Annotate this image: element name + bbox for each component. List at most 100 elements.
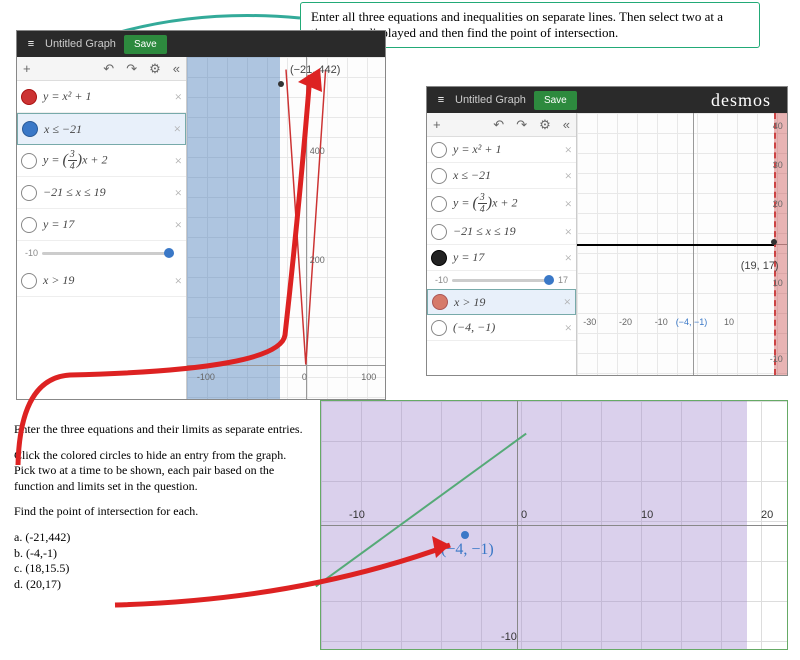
point-label: (−21, 442) [290, 64, 340, 76]
add-expression-button[interactable]: + [17, 61, 37, 76]
color-toggle-icon[interactable] [21, 89, 37, 105]
delete-icon[interactable]: × [175, 89, 182, 105]
expr-text: (−4, −1) [453, 320, 565, 335]
gear-icon[interactable]: ⚙ [143, 61, 167, 77]
expr-text: y = (34)x + 2 [43, 149, 175, 172]
expr-row[interactable]: y = x² + 1× [427, 137, 576, 163]
color-toggle-icon[interactable] [21, 185, 37, 201]
collapse-icon[interactable]: « [167, 61, 186, 76]
expr-row[interactable]: y = 17× [427, 245, 576, 271]
delete-icon[interactable]: × [565, 320, 572, 336]
desmos-logo: desmos [711, 90, 771, 111]
expr-row[interactable]: (−4, −1)× [427, 315, 576, 341]
redo-icon[interactable]: ↷ [120, 61, 143, 77]
expr-row-4[interactable]: −21 ≤ x ≤ 19 × [17, 177, 186, 209]
y-tick: 30 [773, 160, 783, 170]
graph-title[interactable]: Untitled Graph [45, 38, 116, 50]
color-toggle-icon[interactable] [431, 224, 447, 240]
answer-c: c. (18,15.5) [14, 561, 304, 577]
undo-icon[interactable]: ↶ [97, 61, 120, 77]
x-tick: 20 [761, 509, 773, 521]
delete-icon[interactable]: × [565, 142, 572, 158]
delete-icon[interactable]: × [175, 185, 182, 201]
redo-icon[interactable]: ↷ [510, 117, 533, 133]
x-tick: -10 [349, 509, 365, 521]
expr-row-1[interactable]: y = x² + 1 × [17, 81, 186, 113]
color-toggle-icon[interactable] [22, 121, 38, 137]
menu-icon[interactable]: ≡ [431, 94, 451, 106]
expr-row[interactable]: −21 ≤ x ≤ 19× [427, 219, 576, 245]
expr-row-2[interactable]: x ≤ −21 × [17, 113, 186, 145]
slider-row[interactable]: -1017 [427, 271, 576, 289]
save-button[interactable]: Save [534, 91, 577, 110]
x-tick: 0 [302, 372, 307, 382]
delete-icon[interactable]: × [174, 121, 181, 137]
delete-icon[interactable]: × [565, 168, 572, 184]
x-tick: 0 [521, 509, 527, 521]
slider-row[interactable]: -10 [17, 241, 186, 265]
zoom-graph[interactable]: (−4, −1) -10 0 10 20 -10 [320, 400, 788, 650]
delete-icon[interactable]: × [175, 217, 182, 233]
save-button[interactable]: Save [124, 35, 167, 54]
expr-row[interactable]: y = (34)x + 2× [427, 189, 576, 219]
delete-icon[interactable]: × [564, 294, 571, 310]
y-tick: 400 [310, 146, 325, 156]
x-tick: -30 [583, 317, 596, 327]
color-toggle-icon[interactable] [432, 294, 448, 310]
delete-icon[interactable]: × [565, 224, 572, 240]
graph-canvas[interactable]: (−21, 442) 400 200 -100 0 100 [187, 57, 385, 399]
expression-list: + ↶ ↷ ⚙ « y = x² + 1 × x ≤ −21 × y = (34… [17, 57, 187, 399]
expr-text: x > 19 [43, 273, 175, 288]
color-toggle-icon[interactable] [431, 320, 447, 336]
instruction-p3: Find the point of intersection for each. [14, 504, 304, 520]
expr-row-5[interactable]: y = 17 × [17, 209, 186, 241]
expr-row[interactable]: x > 19× [427, 289, 576, 315]
expr-text: y = x² + 1 [43, 89, 175, 104]
delete-icon[interactable]: × [175, 153, 182, 169]
hidden-point-label: (−4, −1) [676, 317, 708, 327]
color-toggle-icon[interactable] [431, 142, 447, 158]
graph-title[interactable]: Untitled Graph [455, 94, 526, 106]
expr-row[interactable]: x ≤ −21× [427, 163, 576, 189]
expr-text: −21 ≤ x ≤ 19 [43, 185, 175, 200]
delete-icon[interactable]: × [565, 250, 572, 266]
color-toggle-icon[interactable] [431, 196, 447, 212]
expr-toolbar: + ↶ ↷ ⚙ « [17, 57, 186, 81]
intersection-point [771, 239, 777, 245]
expression-list: + ↶ ↷ ⚙ « y = x² + 1× x ≤ −21× y = (34)x… [427, 113, 577, 375]
collapse-icon[interactable]: « [557, 117, 576, 132]
delete-icon[interactable]: × [565, 196, 572, 212]
answer-list: a. (-21,442) b. (-4,-1) c. (18,15.5) d. … [14, 530, 304, 592]
x-tick: -10 [655, 317, 668, 327]
color-toggle-icon[interactable] [431, 168, 447, 184]
y-tick: 10 [773, 278, 783, 288]
color-toggle-icon[interactable] [21, 153, 37, 169]
expr-row-6[interactable]: x > 19 × [17, 265, 186, 297]
answer-a: a. (-21,442) [14, 530, 304, 546]
x-tick: 100 [361, 372, 376, 382]
x-tick: 10 [724, 317, 734, 327]
answer-b: b. (-4,-1) [14, 546, 304, 562]
menu-icon[interactable]: ≡ [21, 38, 41, 50]
slider-min: -10 [435, 275, 448, 285]
add-expression-button[interactable]: + [427, 117, 447, 132]
expr-toolbar: + ↶ ↷ ⚙ « [427, 113, 576, 137]
color-toggle-icon[interactable] [431, 250, 447, 266]
expr-text: y = 17 [453, 250, 565, 265]
y-tick: 20 [773, 199, 783, 209]
expr-row-3[interactable]: y = (34)x + 2 × [17, 145, 186, 177]
answer-d: d. (20,17) [14, 577, 304, 593]
expr-text: x > 19 [454, 295, 564, 310]
instructions-block: Enter the three equations and their limi… [14, 422, 304, 592]
instruction-p2: Click the colored circles to hide an ent… [14, 448, 304, 495]
color-toggle-icon[interactable] [21, 217, 37, 233]
delete-icon[interactable]: × [175, 273, 182, 289]
instruction-p1: Enter the three equations and their limi… [14, 422, 304, 438]
y17-line [577, 244, 774, 246]
undo-icon[interactable]: ↶ [487, 117, 510, 133]
expr-text: y = (34)x + 2 [453, 192, 565, 215]
gear-icon[interactable]: ⚙ [533, 117, 557, 133]
expr-text: −21 ≤ x ≤ 19 [453, 224, 565, 239]
color-toggle-icon[interactable] [21, 273, 37, 289]
graph-canvas[interactable]: (19, 17) 40 30 20 10 -10 -30 -20 -10 10 … [577, 113, 787, 375]
